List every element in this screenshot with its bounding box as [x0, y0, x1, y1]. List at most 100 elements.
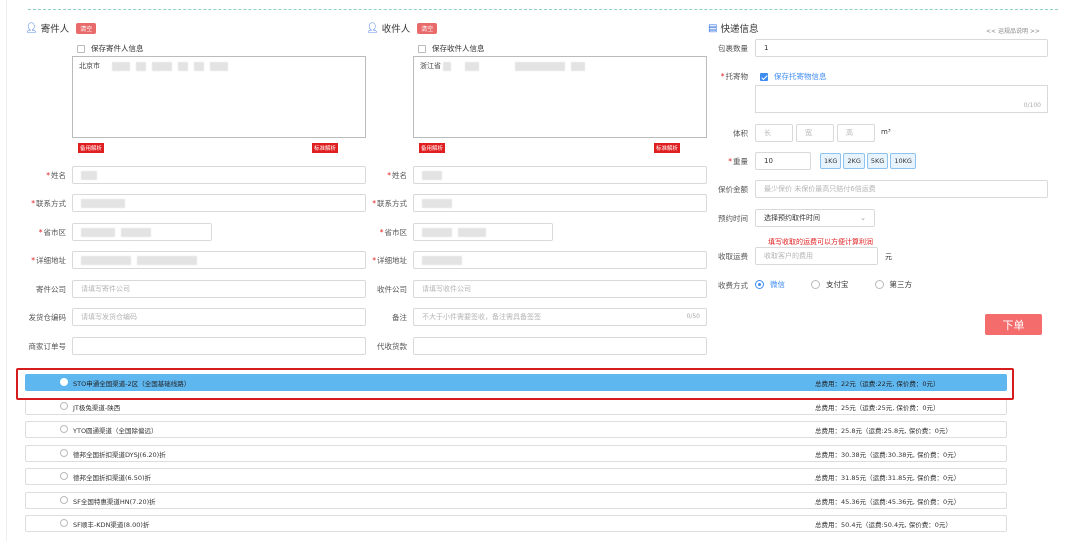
sender-name-input[interactable] [72, 166, 366, 184]
pay-third-party-radio[interactable] [874, 280, 884, 289]
receiver-name-input[interactable] [413, 166, 707, 184]
sender-phone-input[interactable] [72, 194, 366, 212]
receiver-detail-label: *详细地址 [372, 256, 407, 265]
remark-counter: 0/50 [686, 313, 700, 320]
package-count-input[interactable]: 1 [755, 39, 1048, 57]
sender-name-label: *姓名 [46, 171, 66, 180]
weight-5kg-button[interactable]: 5KG [866, 153, 889, 169]
channel-name: YTO圆通渠道（全国除偏远） [73, 426, 158, 435]
channel-radio[interactable] [60, 472, 68, 480]
channel-name: SF全国特惠渠道HN(7.20)折 [73, 497, 156, 506]
insured-input[interactable]: 最少保价 未保价最高只赔付6倍运费 [755, 180, 1048, 198]
freight-unit: 元 [885, 253, 892, 261]
remark-label: 备注 [392, 313, 407, 322]
merchant-order-no-input[interactable] [72, 337, 366, 355]
sender-phone-label: *联系方式 [31, 199, 66, 208]
remark-input[interactable]: 不大于小件需要签收，备注需具备签签 0/50 [413, 308, 707, 326]
freight-note: 填写收取的运费可以方便计算利润 [768, 238, 873, 246]
top-divider [28, 9, 1058, 10]
channel-radio[interactable] [60, 449, 68, 457]
list-icon: ▤ [708, 22, 718, 34]
place-order-button[interactable]: 下单 [985, 314, 1042, 335]
sender-section-title: 👤︎ 寄件人 清空 [25, 21, 97, 35]
sender-address-textarea[interactable]: 北京市 [72, 56, 366, 138]
save-receiver-label: 保存收件人信息 [432, 44, 485, 53]
sender-standard-parse-button[interactable]: 标准解析 [312, 143, 339, 153]
weight-10kg-button[interactable]: 10KG [890, 153, 916, 169]
volume-length-input[interactable]: 长 [755, 124, 793, 142]
weight-quick-buttons: 1KG 2KG 5KG 10KG [820, 153, 916, 169]
sender-detail-label: *详细地址 [31, 256, 66, 265]
help-link[interactable]: << 运规品说明 >> [986, 26, 1040, 35]
sender-clear-button[interactable]: 清空 [76, 22, 97, 34]
goods-counter: 0/100 [1023, 102, 1041, 109]
sender-region-label: *省市区 [38, 228, 66, 237]
channel-row[interactable]: 德邦全国折扣渠道DYSJ(6.20)折 总费用：30.38元（运费:30.38元,… [25, 445, 1007, 462]
sender-company-label: 寄件公司 [36, 285, 66, 294]
express-title: 快递信息 [720, 24, 759, 35]
merchant-order-no-label: 商家订单号 [28, 342, 67, 351]
cod-input[interactable] [413, 337, 707, 355]
channel-fee: 总费用：45.36元（运费:45.36元, 保价费：0元） [815, 497, 961, 506]
channel-row[interactable]: 德邦全国折扣渠道(6.50)折 总费用：31.85元（运费:31.85元, 保价费… [25, 468, 1007, 485]
save-goods-checkbox[interactable] [760, 72, 768, 81]
channel-name: JT极兔渠道-陕西 [73, 403, 121, 412]
pay-method-label: 收费方式 [718, 281, 748, 290]
sender-detail-input[interactable] [72, 251, 366, 269]
save-sender-checkbox-row[interactable]: 保存寄件人信息 [77, 43, 144, 54]
channel-row[interactable]: SF顺丰-KDN渠道(8.00)折 总费用：50.4元（运费:50.4元, 保价费… [25, 515, 1007, 532]
weight-2kg-button[interactable]: 2KG [843, 153, 865, 169]
pay-wechat-radio[interactable] [755, 280, 764, 289]
pay-method-group: 微信 支付宝 第三方 [755, 279, 912, 290]
sender-region-select[interactable] [72, 223, 212, 241]
pickup-time-select[interactable]: 选择预约取件时间 ⌄ [755, 209, 875, 227]
warehouse-code-label: 发货仓编码 [28, 313, 67, 322]
goods-textarea[interactable]: 0/100 [755, 85, 1048, 113]
goods-label: *托寄物 [720, 72, 748, 81]
receiver-phone-input[interactable] [413, 194, 707, 212]
user-icon: 👤︎ [25, 22, 38, 34]
left-divider [6, 0, 7, 541]
volume-height-input[interactable]: 高 [837, 124, 875, 142]
receiver-section-title: 👤︎ 收件人 清空 [366, 21, 438, 35]
channel-radio[interactable] [60, 519, 68, 527]
receiver-standard-parse-button[interactable]: 标准解析 [654, 143, 681, 153]
save-goods-checkbox-row[interactable]: 保存托寄物信息 [760, 71, 827, 82]
channel-row[interactable]: SF全国特惠渠道HN(7.20)折 总费用：45.36元（运费:45.36元, 保… [25, 492, 1007, 509]
pay-alipay-radio[interactable] [811, 280, 820, 289]
freight-input[interactable]: 收取客户的费用 [755, 247, 878, 265]
receiver-title: 收件人 [381, 24, 411, 35]
receiver-company-input[interactable]: 请填写收件公司 [413, 280, 707, 298]
warehouse-code-input[interactable]: 请填写发货仓编码 [72, 308, 366, 326]
weight-label: *重量 [728, 157, 748, 166]
pay-alipay-label: 支付宝 [826, 280, 849, 289]
volume-width-input[interactable]: 宽 [796, 124, 834, 142]
channel-fee: 总费用：25.8元（运费:25.8元, 保价费：0元） [815, 426, 952, 435]
sender-address-text: 北京市 [79, 62, 100, 70]
receiver-region-select[interactable] [413, 223, 553, 241]
pay-wechat-label: 微信 [770, 280, 785, 289]
receiver-detail-input[interactable] [413, 251, 707, 269]
weight-input[interactable]: 10 [755, 152, 811, 170]
receiver-backup-parse-button[interactable]: 备用解析 [419, 143, 446, 153]
receiver-clear-button[interactable]: 清空 [417, 22, 438, 34]
weight-1kg-button[interactable]: 1KG [820, 153, 842, 169]
channel-row[interactable]: YTO圆通渠道（全国除偏远） 总费用：25.8元（运费:25.8元, 保价费：0元… [25, 421, 1007, 438]
save-sender-checkbox[interactable] [77, 44, 85, 53]
express-section-title: ▤ 快递信息 [708, 21, 759, 36]
pickup-time-label: 预约时间 [718, 214, 748, 223]
channel-fee: 总费用：50.4元（运费:50.4元, 保价费：0元） [815, 520, 952, 529]
channel-name: SF顺丰-KDN渠道(8.00)折 [73, 520, 150, 529]
save-receiver-checkbox[interactable] [418, 44, 426, 53]
express-order-page: 👤︎ 寄件人 清空 保存寄件人信息 北京市 备用解析 标准解析 *姓名 *联系方… [0, 0, 1080, 541]
channel-radio[interactable] [60, 425, 68, 433]
save-receiver-checkbox-row[interactable]: 保存收件人信息 [418, 43, 485, 54]
channel-radio[interactable] [60, 402, 68, 410]
channel-row[interactable]: JT极兔渠道-陕西 总费用：25元（运费:25元, 保价费：0元） [25, 398, 1007, 415]
user-icon: 👤︎ [366, 22, 379, 34]
channel-radio[interactable] [60, 496, 68, 504]
receiver-address-textarea[interactable]: 浙江省 [413, 56, 707, 138]
sender-backup-parse-button[interactable]: 备用解析 [78, 143, 105, 153]
receiver-company-label: 收件公司 [377, 285, 407, 294]
sender-company-input[interactable]: 请填写寄件公司 [72, 280, 366, 298]
